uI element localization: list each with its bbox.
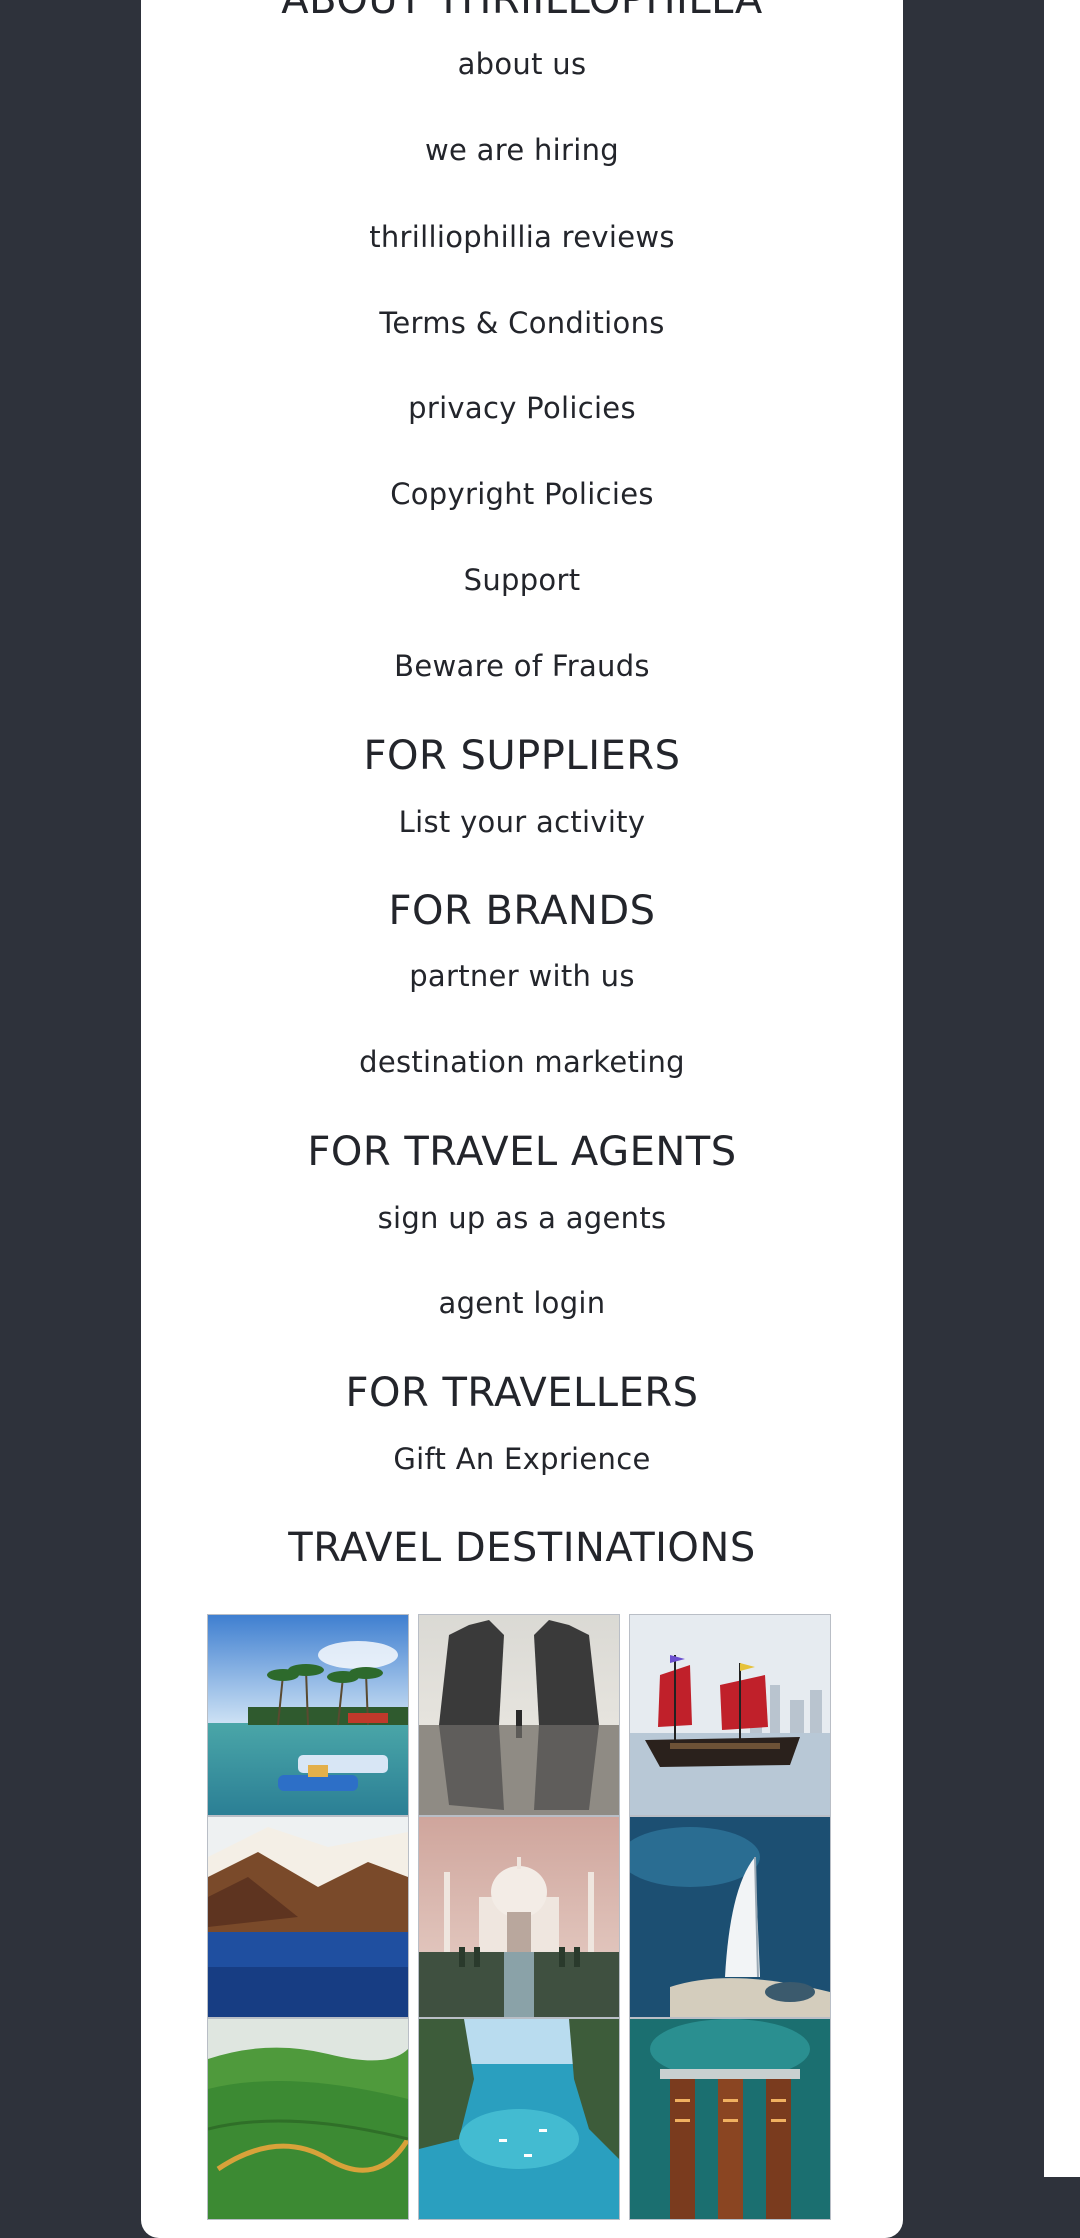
link-privacy-policies[interactable]: privacy Policies: [141, 394, 903, 423]
destinations-heading: TRAVEL DESTINATIONS: [288, 1525, 756, 1571]
link-copyright-policies[interactable]: Copyright Policies: [141, 480, 903, 509]
link-reviews[interactable]: thrilliophillia reviews: [141, 223, 903, 252]
destination-tile-singapore-marina-bay[interactable]: [629, 2018, 831, 2220]
link-about-us[interactable]: about us: [141, 50, 903, 79]
footer-panel: ABOUT THRIILLOPHILLA about us we are hir…: [141, 0, 903, 2238]
link-support[interactable]: Support: [141, 566, 903, 595]
link-we-are-hiring[interactable]: we are hiring: [141, 136, 903, 165]
destination-tile-hong-kong-junk[interactable]: [629, 1614, 831, 1816]
destination-tile-island-beach[interactable]: [207, 1614, 409, 1816]
link-agent-login[interactable]: agent login: [141, 1289, 903, 1318]
link-terms-conditions[interactable]: Terms & Conditions: [141, 309, 903, 338]
about-heading: ABOUT THRIILLOPHILLA: [281, 0, 763, 23]
link-beware-of-frauds[interactable]: Beware of Frauds: [141, 652, 903, 681]
brands-heading: FOR BRANDS: [388, 888, 656, 934]
link-destination-marketing[interactable]: destination marketing: [141, 1048, 903, 1077]
destination-tile-dubai-burj-al-arab[interactable]: [629, 1816, 831, 2018]
suppliers-heading: FOR SUPPLIERS: [363, 733, 681, 779]
destination-tile-ladakh-lake[interactable]: [207, 1816, 409, 2018]
link-partner-with-us[interactable]: partner with us: [141, 962, 903, 991]
destination-tile-bali-gate[interactable]: [418, 1614, 620, 1816]
destination-tile-thailand-bay[interactable]: [418, 2018, 620, 2220]
right-edge-strip: [1044, 0, 1080, 2177]
link-gift-an-experience[interactable]: Gift An Exprience: [141, 1445, 903, 1474]
link-sign-up-agent[interactable]: sign up as a agents: [141, 1204, 903, 1233]
agents-heading: FOR TRAVEL AGENTS: [307, 1129, 737, 1175]
destination-tile-tea-plantation[interactable]: [207, 2018, 409, 2220]
destination-tile-taj-mahal[interactable]: [418, 1816, 620, 2018]
travellers-heading: FOR TRAVELLERS: [345, 1370, 699, 1416]
link-list-your-activity[interactable]: List your activity: [141, 808, 903, 837]
